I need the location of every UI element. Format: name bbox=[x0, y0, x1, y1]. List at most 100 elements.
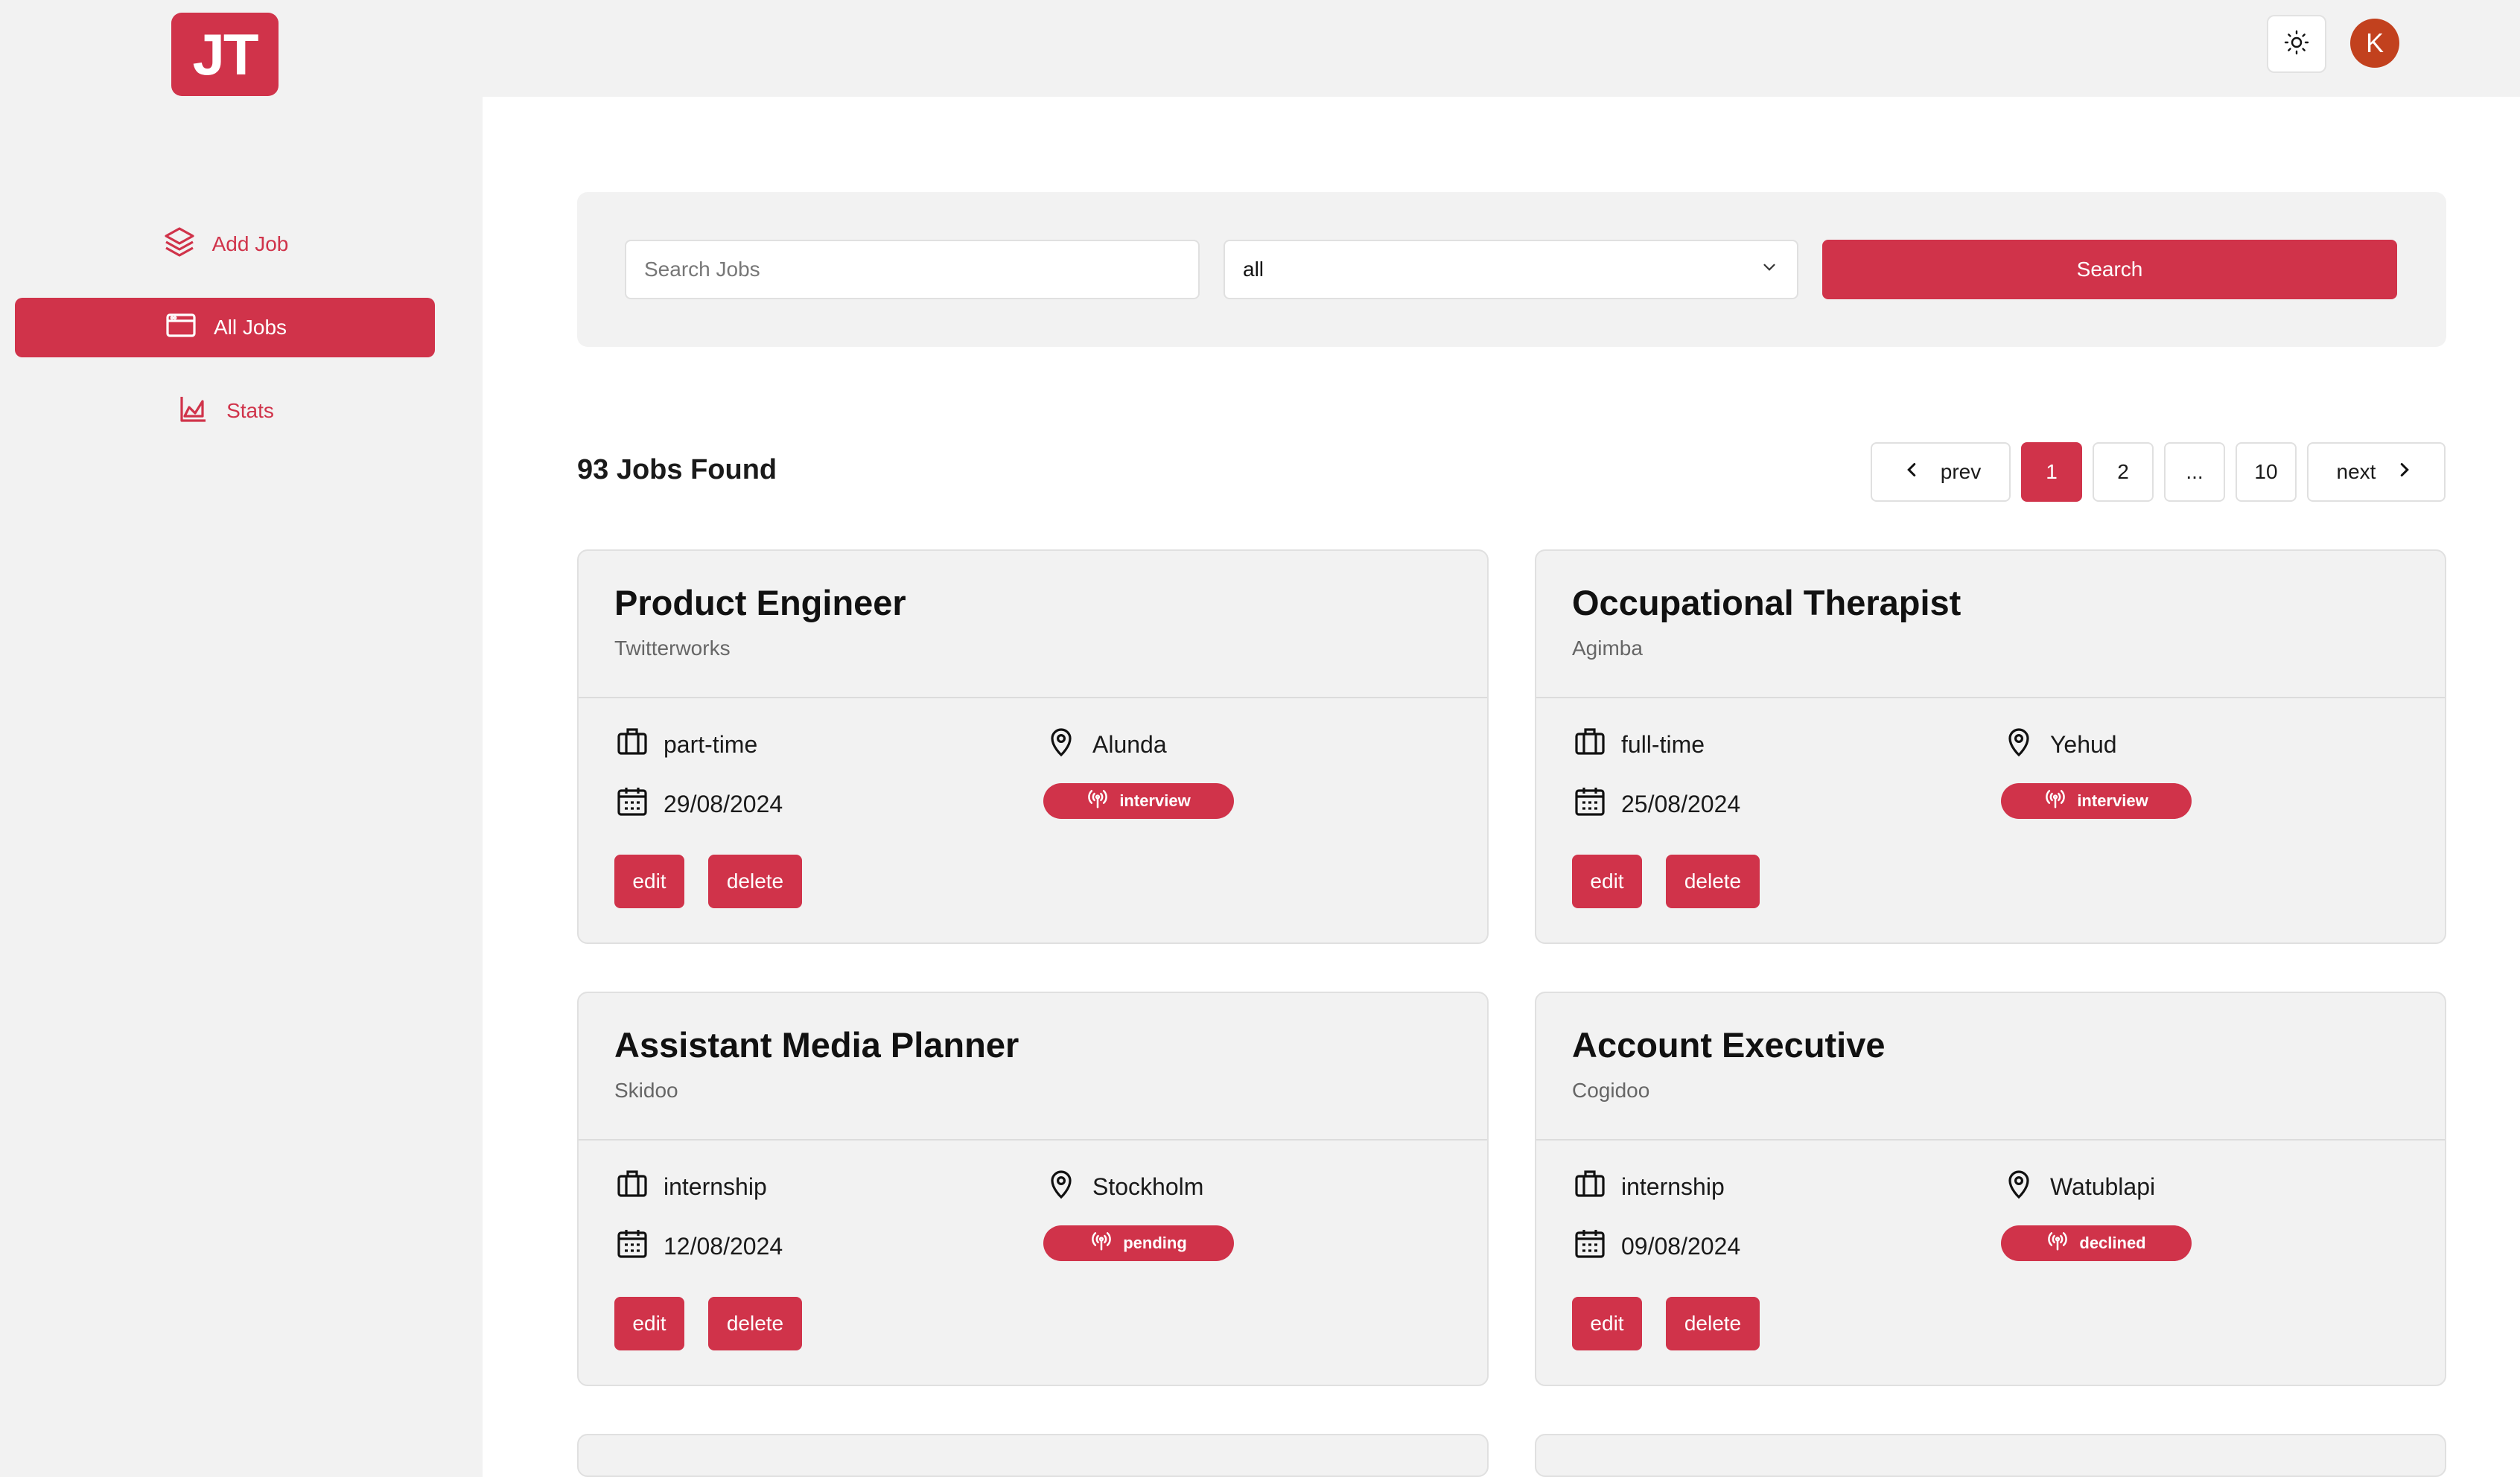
next-page-button[interactable]: next bbox=[2307, 442, 2446, 502]
briefcase-icon bbox=[614, 724, 650, 765]
calendar-icon bbox=[1572, 783, 1608, 825]
sidebar-item-all-jobs[interactable]: All Jobs bbox=[15, 298, 435, 357]
job-location-label: Yehud bbox=[2050, 730, 2117, 758]
jobs-found-count: 93 Jobs Found bbox=[577, 454, 777, 485]
status-badge-label: interview bbox=[1119, 791, 1191, 810]
status-select[interactable]: all bbox=[1224, 240, 1798, 299]
page-button-1[interactable]: 1 bbox=[2021, 442, 2082, 502]
app-logo[interactable]: JT bbox=[171, 13, 279, 96]
broadcast-icon bbox=[2046, 1230, 2069, 1257]
briefcase-icon bbox=[614, 1166, 650, 1208]
sidebar: JT Add Job All Jobs Stats bbox=[0, 0, 483, 1477]
prev-label: prev bbox=[1940, 460, 1982, 483]
job-position: Account Executive bbox=[1572, 1025, 1886, 1065]
job-location-label: Alunda bbox=[1092, 730, 1167, 758]
job-type-label: internship bbox=[664, 1173, 767, 1200]
job-card: Occupational Therapist Agimba full-time … bbox=[1535, 549, 2446, 944]
job-date-label: 25/08/2024 bbox=[1621, 790, 1741, 817]
job-location: Yehud bbox=[2001, 724, 2117, 765]
broadcast-icon bbox=[2044, 788, 2066, 814]
job-company: Agimba bbox=[1572, 637, 1643, 660]
briefcase-icon bbox=[1572, 724, 1608, 765]
delete-button[interactable]: delete bbox=[708, 855, 802, 908]
delete-button[interactable]: delete bbox=[1666, 1297, 1760, 1350]
job-date: 25/08/2024 bbox=[1572, 783, 1740, 825]
job-card: Product Engineer Twitterworks part-time … bbox=[577, 549, 1489, 944]
edit-button[interactable]: edit bbox=[614, 1297, 684, 1350]
calendar-icon bbox=[614, 783, 650, 825]
job-date: 09/08/2024 bbox=[1572, 1225, 1740, 1267]
main-content: Search Jobs all Search 93 Jobs Found pre… bbox=[483, 97, 2520, 1477]
job-position: Occupational Therapist bbox=[1572, 583, 1961, 622]
status-select-value: all bbox=[1243, 258, 1264, 281]
job-company: Cogidoo bbox=[1572, 1079, 1650, 1102]
job-date-label: 29/08/2024 bbox=[664, 790, 783, 817]
job-type-label: part-time bbox=[664, 730, 758, 758]
job-position: Assistant Media Planner bbox=[614, 1025, 1019, 1065]
job-date: 12/08/2024 bbox=[614, 1225, 783, 1267]
chevron-right-icon bbox=[2393, 459, 2416, 486]
sidebar-item-label: Stats bbox=[226, 399, 274, 422]
job-type: full-time bbox=[1572, 724, 1705, 765]
avatar[interactable]: K bbox=[2350, 19, 2399, 68]
briefcase-icon bbox=[1572, 1166, 1608, 1208]
page-ellipsis-button[interactable]: ... bbox=[2164, 442, 2225, 502]
chevron-left-icon bbox=[1900, 459, 1923, 486]
job-company: Skidoo bbox=[614, 1079, 678, 1102]
map-pin-icon bbox=[2001, 724, 2037, 765]
map-pin-icon bbox=[2001, 1166, 2037, 1208]
delete-button[interactable]: delete bbox=[1666, 855, 1760, 908]
calendar-icon bbox=[614, 1225, 650, 1267]
broadcast-icon bbox=[1090, 1230, 1113, 1257]
sun-icon bbox=[2283, 29, 2310, 60]
status-badge-label: pending bbox=[1123, 1234, 1187, 1252]
broadcast-icon bbox=[1086, 788, 1109, 814]
job-location: Watublapi bbox=[2001, 1166, 2155, 1208]
search-input[interactable]: Search Jobs bbox=[625, 240, 1200, 299]
calendar-icon bbox=[1572, 1225, 1608, 1267]
sidebar-item-label: Add Job bbox=[211, 232, 289, 255]
edit-button[interactable]: edit bbox=[1572, 855, 1642, 908]
browser-window-icon bbox=[163, 307, 199, 348]
job-date-label: 09/08/2024 bbox=[1621, 1232, 1741, 1260]
job-type: part-time bbox=[614, 724, 757, 765]
chevron-down-icon bbox=[1760, 258, 1779, 282]
job-type-label: full-time bbox=[1621, 730, 1705, 758]
status-badge: declined bbox=[2001, 1225, 2192, 1261]
map-pin-icon bbox=[1043, 724, 1079, 765]
job-card-partial bbox=[577, 1434, 1489, 1477]
edit-button[interactable]: edit bbox=[1572, 1297, 1642, 1350]
map-pin-icon bbox=[1043, 1166, 1079, 1208]
top-navbar bbox=[483, 0, 2520, 97]
job-position: Product Engineer bbox=[614, 583, 906, 622]
edit-button[interactable]: edit bbox=[614, 855, 684, 908]
job-location: Stockholm bbox=[1043, 1166, 1203, 1208]
sidebar-item-add-job[interactable]: Add Job bbox=[15, 214, 435, 274]
job-location-label: Watublapi bbox=[2050, 1173, 2156, 1200]
job-card-partial bbox=[1535, 1434, 2446, 1477]
page-button-2[interactable]: 2 bbox=[2093, 442, 2154, 502]
search-placeholder: Search Jobs bbox=[644, 258, 760, 281]
sidebar-item-label: All Jobs bbox=[213, 316, 287, 339]
job-card: Account Executive Cogidoo internship Wat… bbox=[1535, 992, 2446, 1386]
delete-button[interactable]: delete bbox=[708, 1297, 802, 1350]
search-button[interactable]: Search bbox=[1822, 240, 2397, 299]
job-date-label: 12/08/2024 bbox=[664, 1232, 783, 1260]
job-company: Twitterworks bbox=[614, 637, 731, 660]
job-location: Alunda bbox=[1043, 724, 1167, 765]
theme-toggle-button[interactable] bbox=[2267, 15, 2326, 73]
page-button-10[interactable]: 10 bbox=[2236, 442, 2297, 502]
status-badge: pending bbox=[1043, 1225, 1234, 1261]
job-date: 29/08/2024 bbox=[614, 783, 783, 825]
status-badge-label: declined bbox=[2079, 1234, 2146, 1252]
prev-page-button[interactable]: prev bbox=[1871, 442, 2011, 502]
job-type-label: internship bbox=[1621, 1173, 1725, 1200]
layers-icon bbox=[162, 224, 197, 265]
status-badge-label: interview bbox=[2077, 791, 2148, 810]
sidebar-item-stats[interactable]: Stats bbox=[15, 381, 435, 441]
status-badge: interview bbox=[2001, 783, 2192, 819]
next-label: next bbox=[2336, 460, 2376, 483]
job-type: internship bbox=[614, 1166, 767, 1208]
job-card: Assistant Media Planner Skidoo internshi… bbox=[577, 992, 1489, 1386]
status-badge: interview bbox=[1043, 783, 1234, 819]
